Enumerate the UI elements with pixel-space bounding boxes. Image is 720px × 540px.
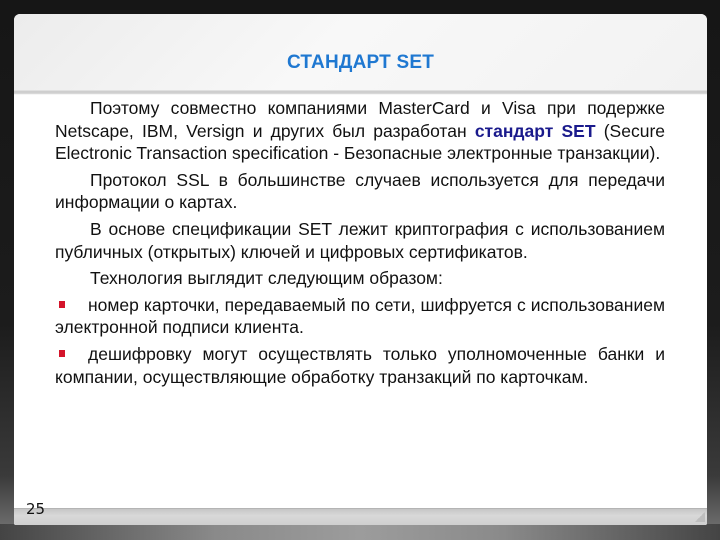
slide-panel: СТАНДАРТ SET Поэтому совместно компаниям… (14, 14, 707, 525)
highlighted-term: стандарт SET (474, 120, 596, 141)
background-gradient (0, 524, 720, 540)
slide-body: Поэтому совместно компаниями MasterCard … (55, 97, 665, 392)
paragraph: Технология выглядит следующим образом: (90, 268, 443, 289)
paragraph: В основе спецификации SET лежит криптогр… (55, 218, 665, 262)
paragraph: Поэтому совместно компаниями MasterCard … (55, 97, 665, 165)
paragraph: Протокол SSL в большинстве случаев испол… (55, 169, 665, 213)
bullet-text: дешифровку могут осуществлять только упо… (55, 343, 665, 387)
bullet-text: номер карточки, передаваемый по сети, ши… (55, 294, 665, 338)
page-number: 25 (26, 500, 46, 518)
slide-title: СТАНДАРТ SET (286, 52, 434, 73)
square-bullet-icon (59, 349, 65, 357)
title-separator (14, 90, 707, 95)
bullet-item: дешифровку могут осуществлять только упо… (55, 343, 665, 388)
footer-bar (14, 508, 707, 525)
square-bullet-icon (59, 300, 65, 308)
title-area: СТАНДАРТ SET (14, 14, 707, 90)
bullet-item: номер карточки, передаваемый по сети, ши… (55, 294, 665, 339)
corner-fold-icon (695, 512, 705, 522)
